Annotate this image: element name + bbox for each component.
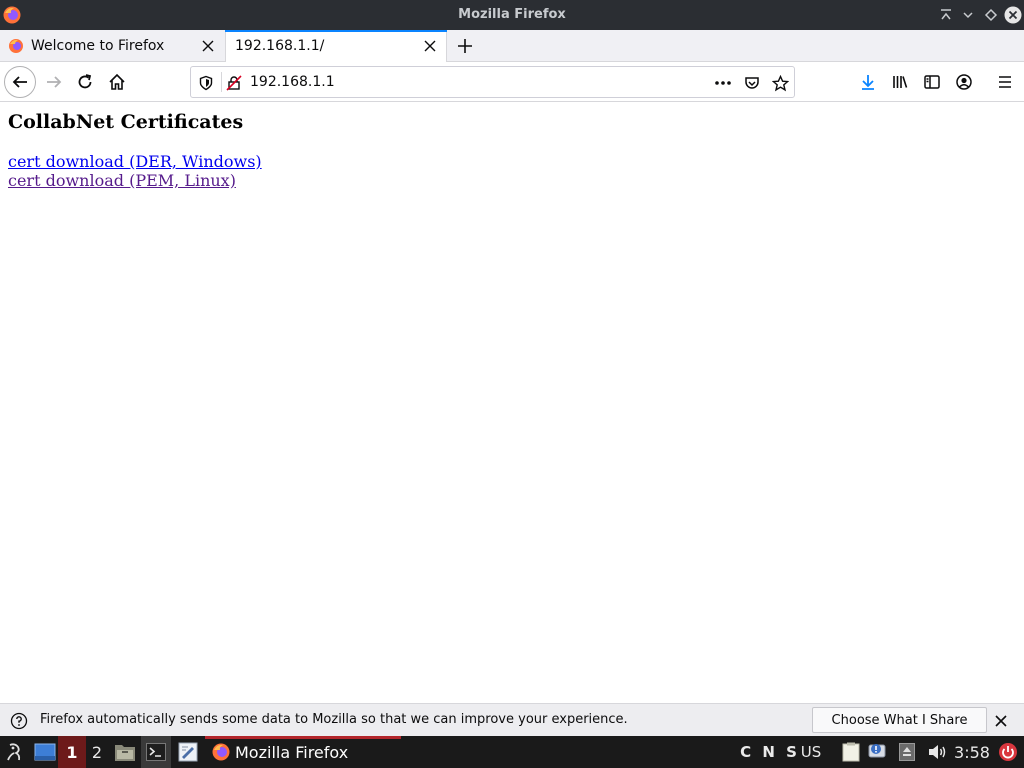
taskbar: 1 2 Mozilla Firefox C N S US 3:58 xyxy=(0,736,1024,768)
clipboard-icon[interactable] xyxy=(840,736,862,768)
page-heading: CollabNet Certificates xyxy=(8,111,244,133)
taskbar-window-label: Mozilla Firefox xyxy=(235,742,349,762)
tab-label: Welcome to Firefox xyxy=(31,37,165,54)
cert-download-pem-link[interactable]: cert download (PEM, Linux) xyxy=(8,171,236,190)
data-reporting-notification: Firefox automatically sends some data to… xyxy=(0,703,1024,736)
back-button[interactable] xyxy=(4,66,36,98)
close-notification-icon[interactable] xyxy=(993,713,1009,729)
close-tab-icon[interactable] xyxy=(422,38,438,54)
account-button[interactable] xyxy=(948,66,980,98)
new-tab-icon[interactable] xyxy=(455,36,475,56)
back-arrow-icon xyxy=(12,76,27,88)
firefox-icon xyxy=(212,743,230,761)
page-actions-icon[interactable] xyxy=(714,74,732,92)
notification-message: Firefox automatically sends some data to… xyxy=(40,712,628,727)
file-manager-icon[interactable] xyxy=(112,736,138,768)
app-menu-icon[interactable] xyxy=(2,736,28,768)
library-icon xyxy=(893,76,908,88)
window-titlebar[interactable]: Mozilla Firefox xyxy=(0,0,1024,30)
library-button[interactable] xyxy=(884,66,916,98)
minimize-all-icon[interactable] xyxy=(936,5,956,25)
keyboard-lock-indicators: C N S xyxy=(740,743,800,761)
power-icon[interactable] xyxy=(996,736,1020,768)
download-icon xyxy=(862,75,874,90)
account-icon xyxy=(956,74,972,90)
clock[interactable]: 3:58 xyxy=(952,736,992,768)
address-bar-divider xyxy=(221,72,222,92)
forward-arrow-icon xyxy=(47,76,62,88)
workspace-1-button[interactable]: 1 xyxy=(58,736,86,768)
eject-icon[interactable] xyxy=(896,736,918,768)
sidebar-icon xyxy=(924,75,940,89)
active-window-indicator xyxy=(205,736,401,739)
home-icon xyxy=(109,73,125,90)
help-icon xyxy=(10,712,28,730)
cert-download-der-link[interactable]: cert download (DER, Windows) xyxy=(8,152,262,171)
minimize-icon[interactable] xyxy=(958,5,978,25)
close-window-icon[interactable] xyxy=(1003,5,1023,25)
maximize-icon[interactable] xyxy=(981,5,1001,25)
active-tab-indicator xyxy=(225,30,447,32)
bookmark-star-icon[interactable] xyxy=(771,74,789,92)
reload-icon xyxy=(78,74,92,89)
window-title: Mozilla Firefox xyxy=(458,7,566,22)
tab-welcome[interactable]: Welcome to Firefox xyxy=(0,30,224,61)
page-content: CollabNet Certificates cert download (DE… xyxy=(0,103,1024,703)
insecure-lock-icon[interactable] xyxy=(225,74,243,92)
screen: Mozilla Firefox Welcome to Firefox 192.1… xyxy=(0,0,1024,768)
sidebar-button[interactable] xyxy=(916,66,948,98)
keyboard-layout-indicator[interactable]: US xyxy=(798,736,824,768)
taskbar-firefox-window[interactable]: Mozilla Firefox xyxy=(205,736,401,768)
reload-button[interactable] xyxy=(69,66,101,98)
forward-button[interactable] xyxy=(38,66,70,98)
home-button[interactable] xyxy=(101,66,133,98)
close-tab-icon[interactable] xyxy=(200,38,216,54)
tracking-protection-icon[interactable] xyxy=(197,74,215,92)
workspace-2-button[interactable]: 2 xyxy=(86,736,108,768)
address-bar[interactable]: 192.168.1.1 xyxy=(190,66,795,98)
menu-button[interactable] xyxy=(989,66,1021,98)
firefox-icon xyxy=(9,39,23,53)
tab-router[interactable]: 192.168.1.1/ xyxy=(225,30,447,62)
show-desktop-icon[interactable] xyxy=(32,736,58,768)
downloads-button[interactable] xyxy=(852,66,884,98)
choose-what-i-share-button[interactable]: Choose What I Share xyxy=(812,707,987,733)
pocket-icon[interactable] xyxy=(743,74,761,92)
tab-strip: Welcome to Firefox 192.168.1.1/ xyxy=(0,30,1024,62)
url-text[interactable]: 192.168.1.1 xyxy=(250,74,335,90)
text-editor-icon[interactable] xyxy=(175,736,201,768)
volume-icon[interactable] xyxy=(925,736,949,768)
tab-label: 192.168.1.1/ xyxy=(235,38,325,54)
terminal-icon[interactable] xyxy=(141,736,171,768)
notification-icon[interactable] xyxy=(866,736,890,768)
hamburger-menu-icon xyxy=(999,76,1011,88)
navigation-toolbar: 192.168.1.1 xyxy=(0,62,1024,102)
